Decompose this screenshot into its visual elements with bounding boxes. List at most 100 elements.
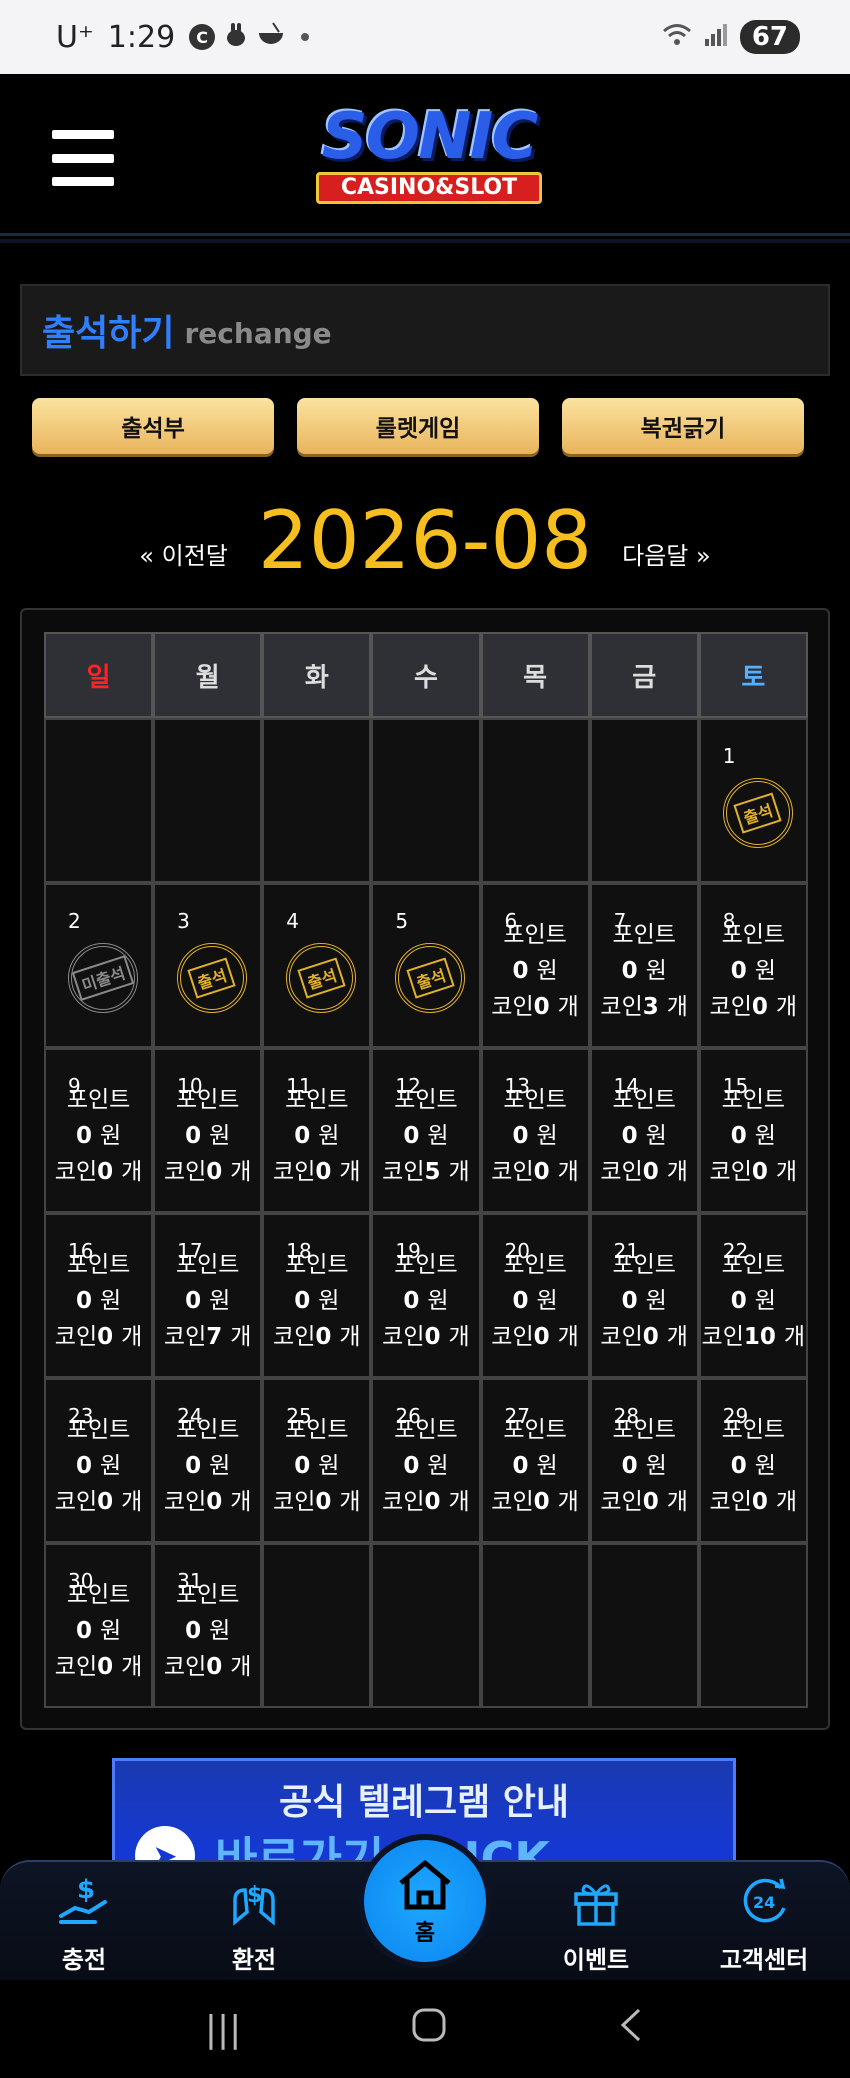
calendar-empty-cell	[44, 718, 154, 883]
point-label: 포인트	[175, 1582, 240, 1608]
svg-text:24: 24	[753, 1893, 775, 1912]
recent-apps-icon[interactable]: |||	[205, 2009, 241, 2050]
calendar-empty-cell	[589, 718, 699, 883]
page-title: 출석하기	[42, 313, 175, 354]
coin-unit: 개	[230, 1489, 252, 1515]
coin-unit: 개	[775, 1159, 798, 1185]
weekday-thu: 목	[480, 632, 590, 718]
coin-label: 코인	[382, 1159, 425, 1185]
coin-label: 코인	[163, 1654, 207, 1680]
won-unit: 원	[209, 1618, 231, 1644]
coin-unit: 개	[775, 994, 798, 1020]
day-reward-info: 포인트 0 원 코인0 개	[264, 1412, 369, 1520]
nav-exchange[interactable]: $ 환전	[184, 1872, 324, 1975]
roulette-button[interactable]: 룰렛게임	[297, 398, 539, 454]
nav-home-button[interactable]: 홈	[358, 1834, 492, 1968]
calendar-body: 1 출석 2 미출석 3 출석 4 출석 5 출석 6 포인트 0 원 코인0 개 7 포인트 0 원 코인3 개…	[44, 718, 808, 1708]
point-label: 포인트	[394, 1087, 458, 1113]
point-label: 포인트	[175, 1417, 240, 1443]
point-value: 0	[512, 1123, 529, 1149]
calendar-day-cell: 22 포인트 0 원 코인10 개	[698, 1213, 808, 1378]
coin-value: 0	[533, 994, 550, 1020]
lottery-button[interactable]: 복권긁기	[562, 398, 804, 454]
calendar-empty-cell	[480, 718, 590, 883]
point-label: 포인트	[394, 1252, 458, 1278]
won-unit: 원	[754, 1453, 776, 1479]
calendar-day-cell: 4 출석	[262, 883, 372, 1048]
calendar-day-cell: 7 포인트 0 원 코인3 개	[589, 883, 699, 1048]
weekday-wed: 수	[371, 632, 481, 718]
day-reward-info: 포인트 0 원 코인0 개	[155, 1577, 260, 1685]
calendar-empty-cell	[480, 1543, 590, 1708]
status-bar: U⁺ 1:29 C 67	[0, 0, 850, 74]
coin-unit: 개	[448, 1159, 470, 1185]
coin-unit: 개	[230, 1324, 252, 1350]
calendar-day-cell: 9 포인트 0 원 코인0 개	[44, 1048, 154, 1213]
calendar-day-cell: 27 포인트 0 원 코인0 개	[480, 1378, 590, 1543]
calendar-empty-cell	[371, 718, 481, 883]
coin-unit: 개	[339, 1324, 361, 1350]
day-reward-info: 포인트 0 원 코인0 개	[373, 1412, 478, 1520]
coin-label: 코인	[600, 994, 643, 1020]
nav-event[interactable]: 이벤트	[526, 1872, 666, 1975]
attended-stamp-icon: 출석	[286, 943, 357, 1013]
point-value: 0	[75, 1618, 92, 1644]
coin-value: 10	[743, 1324, 776, 1350]
point-label: 포인트	[66, 1087, 131, 1113]
coin-unit: 개	[783, 1324, 806, 1350]
attendance-calendar: 일 월 화 수 목 금 토 1 출석 2 미출석 3 출석 4 출석 5 출석 6 포인트 0 원 코인0…	[20, 608, 830, 1730]
coin-label: 코인	[382, 1324, 425, 1350]
won-unit: 원	[99, 1453, 122, 1479]
day-number: 1	[722, 744, 736, 768]
won-unit: 원	[536, 958, 558, 984]
point-value: 0	[512, 958, 529, 984]
stamp-label: 미출석	[71, 955, 135, 1001]
attended-stamp-icon: 출석	[395, 943, 466, 1013]
coin-unit: 개	[666, 1489, 688, 1515]
point-label: 포인트	[66, 1417, 131, 1443]
day-reward-info: 포인트 0 원 코인0 개	[592, 1082, 697, 1190]
wifi-icon	[662, 20, 692, 55]
won-unit: 원	[536, 1453, 558, 1479]
next-month-link[interactable]: 다음달 »	[622, 536, 711, 571]
point-label: 포인트	[394, 1417, 458, 1443]
calendar-week-row: 30 포인트 0 원 코인0 개 31 포인트 0 원 코인0 개	[44, 1543, 808, 1708]
won-unit: 원	[645, 958, 667, 984]
point-label: 포인트	[66, 1582, 131, 1608]
point-value: 0	[403, 1288, 420, 1314]
point-value: 0	[403, 1453, 420, 1479]
stamp-label: 출석	[406, 957, 455, 999]
nav-support[interactable]: 24 고객센터	[694, 1872, 834, 1975]
point-value: 0	[512, 1288, 529, 1314]
day-number: 5	[395, 909, 409, 933]
coin-value: 0	[424, 1489, 441, 1515]
coin-label: 코인	[491, 1324, 534, 1350]
nav-charge[interactable]: $ 충전	[14, 1872, 154, 1975]
home-system-icon[interactable]	[411, 2007, 447, 2052]
coin-unit: 개	[448, 1489, 470, 1515]
calendar-day-cell: 20 포인트 0 원 코인0 개	[480, 1213, 590, 1378]
attendance-button[interactable]: 출석부	[32, 398, 274, 454]
site-logo[interactable]: SONIC CASINO&SLOT	[276, 102, 582, 210]
point-value: 0	[621, 1288, 638, 1314]
coin-value: 0	[751, 994, 768, 1020]
coin-value: 0	[315, 1489, 332, 1515]
menu-icon[interactable]	[52, 130, 114, 186]
exchange-icon: $	[233, 1883, 275, 1926]
won-unit: 원	[427, 1288, 449, 1314]
point-value: 0	[185, 1288, 202, 1314]
back-icon[interactable]	[617, 2007, 645, 2052]
point-value: 0	[75, 1288, 92, 1314]
coin-unit: 개	[339, 1159, 361, 1185]
coin-value: 0	[424, 1324, 441, 1350]
calendar-week-row: 23 포인트 0 원 코인0 개 24 포인트 0 원 코인0 개 25 포인트 0 원 코인0 개2…	[44, 1378, 808, 1543]
calendar-day-cell: 5 출석	[371, 883, 481, 1048]
calendar-day-cell: 13 포인트 0 원 코인0 개	[480, 1048, 590, 1213]
calendar-day-cell: 19 포인트 0 원 코인0 개	[371, 1213, 481, 1378]
c-app-icon: C	[189, 24, 216, 50]
day-number: 4	[286, 909, 299, 933]
day-reward-info: 포인트 0 원 코인0 개	[264, 1082, 369, 1190]
prev-month-link[interactable]: « 이전달	[139, 536, 228, 571]
coin-value: 0	[533, 1159, 550, 1185]
coin-value: 0	[315, 1159, 332, 1185]
